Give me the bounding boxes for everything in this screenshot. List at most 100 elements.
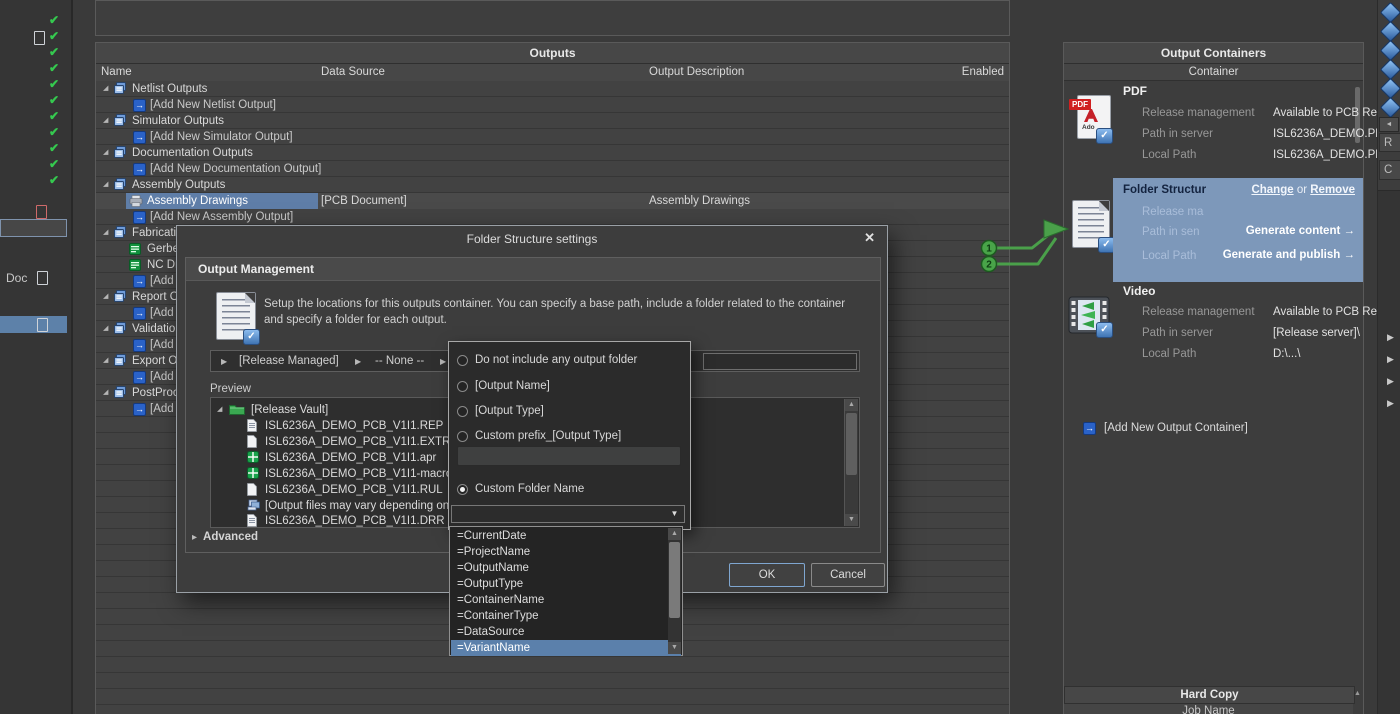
col-output-description[interactable]: Output Description [649, 64, 744, 81]
scroll-up-icon[interactable]: ▲ [1354, 687, 1362, 701]
radio-icon[interactable] [457, 406, 468, 417]
option-custom-folder-name[interactable]: Custom Folder Name [449, 481, 690, 497]
generate-and-publish-link[interactable]: Generate and publish → [1223, 249, 1355, 261]
breadcrumb-arrow-icon[interactable]: ▶ [440, 352, 446, 372]
close-icon[interactable]: ✕ [864, 230, 875, 246]
radio-icon[interactable] [457, 431, 468, 442]
scroll-up-icon[interactable]: ▲ [845, 399, 858, 411]
col-data-source[interactable]: Data Source [321, 64, 385, 81]
advanced-expander[interactable]: ▸Advanced [192, 531, 258, 543]
option-no-output-folder[interactable]: Do not include any output folder [449, 352, 690, 368]
add-output-row[interactable]: → [Add New Netlist Output] [96, 97, 1009, 113]
breadcrumb-arrow-icon[interactable]: ▶ [221, 352, 227, 372]
folder-structure-selected-block[interactable]: Folder Structur Change or Remove Release… [1113, 178, 1363, 282]
option-output-type[interactable]: [Output Type] [449, 403, 690, 419]
pdf-container-icon[interactable]: PDF Ado ✓ [1069, 95, 1115, 147]
dock-gem-icon[interactable] [1380, 97, 1400, 118]
tree-expand-icon[interactable]: ◢ [103, 321, 108, 337]
left-sidebar: ✔ ✔ ✔ ✔ ✔ ✔ ✔ ✔ ✔ ✔ ✔ Doc [0, 0, 73, 714]
dropdown-item[interactable]: =OutputType [451, 576, 681, 592]
dock-gem-icon[interactable] [1380, 78, 1400, 99]
ok-button[interactable]: OK [729, 563, 805, 587]
tree-expand-icon[interactable]: ◢ [103, 81, 108, 97]
outputs-column-header[interactable]: Name Data Source Output Description Enab… [96, 64, 1009, 82]
tree-expand-icon[interactable]: ◢ [103, 353, 108, 369]
change-link[interactable]: Change [1251, 184, 1293, 196]
video-container-icon[interactable]: ✓ [1068, 296, 1114, 344]
scrollbar-thumb[interactable] [669, 542, 680, 618]
breadcrumb-edit-field[interactable] [703, 353, 857, 370]
scrollbar-thumb[interactable] [846, 413, 857, 475]
cancel-button[interactable]: Cancel [811, 563, 885, 587]
add-output-row[interactable]: → [Add New Assembly Output] [96, 209, 1009, 225]
scroll-down-icon[interactable]: ▼ [845, 514, 858, 526]
section-expand-icon[interactable]: ▶ [1387, 352, 1399, 366]
scroll-up-icon[interactable]: ▲ [668, 528, 681, 540]
section-expand-icon[interactable]: ▶ [1387, 374, 1399, 388]
collapse-left-button[interactable]: ◄ [1379, 117, 1399, 132]
pdf-container-title: PDF [1123, 84, 1147, 98]
tree-expand-icon[interactable]: ◢ [103, 289, 108, 305]
hard-copy-section-header[interactable]: Hard Copy [1064, 686, 1355, 704]
dock-gem-icon[interactable] [1380, 40, 1400, 61]
dropdown-item[interactable]: =ProjectName [451, 544, 681, 560]
option-custom-prefix[interactable]: Custom prefix_[Output Type] [449, 428, 690, 444]
radio-icon[interactable] [457, 355, 468, 366]
preview-scrollbar[interactable]: ▲ ▼ [844, 399, 858, 526]
tree-expand-icon[interactable]: ◢ [103, 145, 108, 161]
output-category-row[interactable]: ◢ Simulator Outputs [96, 113, 1009, 129]
remove-link[interactable]: Remove [1310, 184, 1355, 196]
sidebar-selected-row[interactable] [0, 316, 67, 333]
dock-gem-icon[interactable] [1380, 21, 1400, 42]
local-path-value[interactable]: ISL6236A_DEMO.PD [1273, 149, 1384, 161]
dropdown-item[interactable]: =ContainerName [451, 592, 681, 608]
section-expand-icon[interactable]: ▶ [1387, 330, 1399, 344]
col-name[interactable]: Name [101, 64, 132, 81]
release-management-value[interactable]: Available to PCB Re [1273, 306, 1377, 318]
release-management-value[interactable]: Available to PCB Re [1273, 107, 1377, 119]
tree-expand-icon[interactable]: ◢ [103, 113, 108, 129]
tree-expand-icon[interactable]: ◢ [103, 385, 108, 401]
tree-expand-icon[interactable]: ◢ [103, 177, 108, 193]
output-category-row[interactable]: ◢ Netlist Outputs [96, 81, 1009, 97]
dropdown-item[interactable]: =DataSource [451, 624, 681, 640]
clipped-tab-r[interactable]: R [1379, 133, 1400, 152]
local-path-value[interactable]: D:\...\ [1273, 348, 1300, 360]
tree-expand-icon[interactable]: ◢ [217, 402, 222, 418]
dropdown-item[interactable]: =ContainerType [451, 608, 681, 624]
custom-prefix-input[interactable] [457, 446, 681, 466]
dropdown-item[interactable]: =CurrentDate [451, 528, 681, 544]
output-row-assembly-drawings[interactable]: Assembly Drawings [PCB Document] Assembl… [96, 193, 1009, 209]
clipped-tab-c[interactable]: C [1379, 160, 1400, 180]
scroll-down-icon[interactable]: ▼ [668, 642, 681, 654]
dropdown-scrollbar[interactable]: ▲ ▼ [668, 528, 681, 654]
add-new-output-container[interactable]: [Add New Output Container] [1104, 422, 1248, 434]
folder-name-dropdown-list: =CurrentDate =ProjectName =OutputName =O… [449, 526, 683, 656]
output-category-row[interactable]: ◢ Assembly Outputs [96, 177, 1009, 193]
dock-gem-icon[interactable] [1380, 2, 1400, 23]
chevron-down-icon[interactable]: ▼ [667, 507, 682, 521]
breadcrumb-none-segment[interactable]: -- None -- [375, 351, 424, 371]
tree-expand-icon[interactable]: ◢ [103, 225, 108, 241]
option-output-name[interactable]: [Output Name] [449, 378, 690, 394]
dock-gem-icon[interactable] [1380, 59, 1400, 80]
dropdown-item-selected[interactable]: =VariantName [451, 640, 681, 656]
radio-selected-icon[interactable] [457, 484, 468, 495]
generate-content-link[interactable]: Generate content → [1246, 225, 1355, 237]
dropdown-item[interactable]: =OutputName [451, 560, 681, 576]
breadcrumb-arrow-icon[interactable]: ▶ [355, 352, 361, 372]
custom-folder-name-combobox[interactable]: ▼ [451, 505, 685, 523]
breadcrumb-release-managed[interactable]: [Release Managed] [239, 351, 339, 371]
radio-icon[interactable] [457, 381, 468, 392]
add-output-label: [Add New Documentation Output] [150, 161, 321, 177]
section-expand-icon[interactable]: ▶ [1387, 396, 1399, 410]
add-output-icon: → [133, 163, 146, 176]
sidebar-field[interactable] [0, 219, 67, 237]
output-category-row[interactable]: ◢ Documentation Outputs [96, 145, 1009, 161]
col-enabled[interactable]: Enabled [962, 64, 1004, 81]
path-in-server-value[interactable]: [Release server]\ [1273, 327, 1360, 339]
vcs-check-icon: ✔ [49, 124, 63, 140]
add-output-row[interactable]: → [Add New Documentation Output] [96, 161, 1009, 177]
path-in-server-value[interactable]: ISL6236A_DEMO.PD [1273, 128, 1384, 140]
add-output-row[interactable]: → [Add New Simulator Output] [96, 129, 1009, 145]
